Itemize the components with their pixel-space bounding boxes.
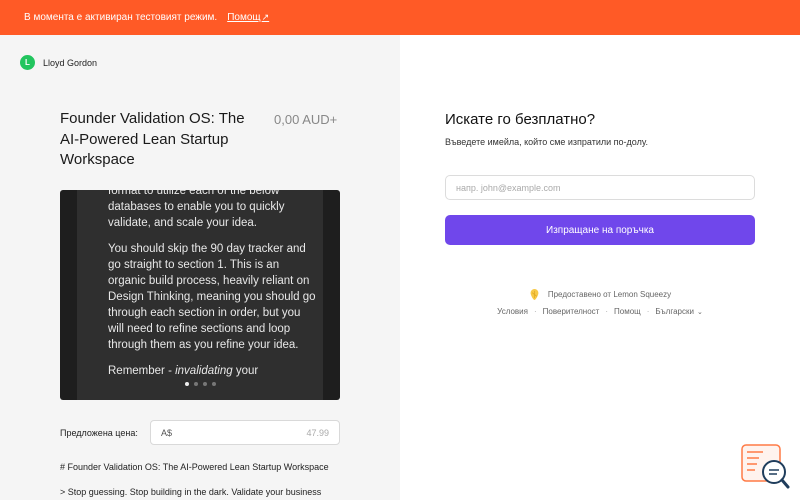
banner-help-label: Помощ xyxy=(227,12,261,23)
carousel-dot-4[interactable] xyxy=(211,382,216,386)
terms-link[interactable]: Условия xyxy=(497,307,528,316)
carousel-dot-1[interactable] xyxy=(184,382,189,386)
lemon-squeezy-logo-icon xyxy=(530,289,539,300)
seller-name: Lloyd Gordon xyxy=(43,57,98,68)
checkout-panel: Искате го безплатно? Въведете имейла, ко… xyxy=(400,35,800,500)
currency-symbol: A$ xyxy=(161,427,173,438)
email-field[interactable] xyxy=(445,175,755,200)
product-media-carousel[interactable]: format to utilize each of the below data… xyxy=(60,190,340,400)
form-title: Искате го безплатно? xyxy=(445,111,596,128)
remember-prefix: Remember - xyxy=(108,365,176,377)
language-label: Български xyxy=(655,307,694,316)
carousel-dots xyxy=(60,382,340,386)
media-paragraph: You should skip the 90 day tracker and g… xyxy=(108,243,316,351)
remember-emphasis: invalidating xyxy=(175,365,233,377)
carousel-dot-2[interactable] xyxy=(193,382,198,386)
avatar: L xyxy=(20,55,35,70)
footer-separator: · xyxy=(646,307,650,316)
description-quote: > Stop guessing. Stop building in the da… xyxy=(60,487,322,497)
media-text: format to utilize each of the below data… xyxy=(108,190,318,389)
powered-by: Предоставено от Lemon Squeezy xyxy=(400,288,800,301)
product-price: 0,00 AUD+ xyxy=(274,112,338,127)
suggested-price-input[interactable]: A$ 47.99 xyxy=(150,420,340,445)
remember-suffix: your xyxy=(232,365,259,377)
price-amount: 47.99 xyxy=(306,427,329,438)
suggested-price-label: Предложена цена: xyxy=(60,428,138,438)
privacy-link[interactable]: Поверителност xyxy=(543,307,600,316)
language-selector[interactable]: Български ⌄ xyxy=(655,307,702,316)
media-remember-line: Remember - invalidating your xyxy=(108,363,318,379)
carousel-dot-3[interactable] xyxy=(202,382,207,386)
support-widget-icon[interactable] xyxy=(741,444,791,490)
footer-separator: · xyxy=(533,307,537,316)
submit-order-button[interactable]: Изпращане на поръчка xyxy=(445,215,755,245)
powered-by-text: Предоставено от Lemon Squeezy xyxy=(547,290,672,299)
help-link[interactable]: Помощ xyxy=(614,307,641,316)
chevron-down-icon: ⌄ xyxy=(696,309,703,316)
media-paragraph: format to utilize each of the below data… xyxy=(108,190,285,229)
description-heading: # Founder Validation OS: The AI-Powered … xyxy=(60,462,329,472)
test-mode-banner: В момента е активиран тестовият режим. П… xyxy=(0,0,800,35)
product-title: Founder Validation OS: The AI-Powered Le… xyxy=(60,110,245,168)
footer-links: Условия · Поверителност · Помощ · Българ… xyxy=(400,307,800,316)
form-subtitle: Въведете имейла, който сме изпратили по-… xyxy=(445,137,648,147)
seller-info: L Lloyd Gordon xyxy=(20,55,97,70)
banner-help-link[interactable]: Помощ↗ xyxy=(227,12,269,23)
product-panel: L Lloyd Gordon Founder Validation OS: Th… xyxy=(0,35,400,500)
footer-separator: · xyxy=(605,307,609,316)
test-mode-text: В момента е активиран тестовият режим. xyxy=(24,12,218,23)
external-link-icon: ↗ xyxy=(261,12,270,22)
